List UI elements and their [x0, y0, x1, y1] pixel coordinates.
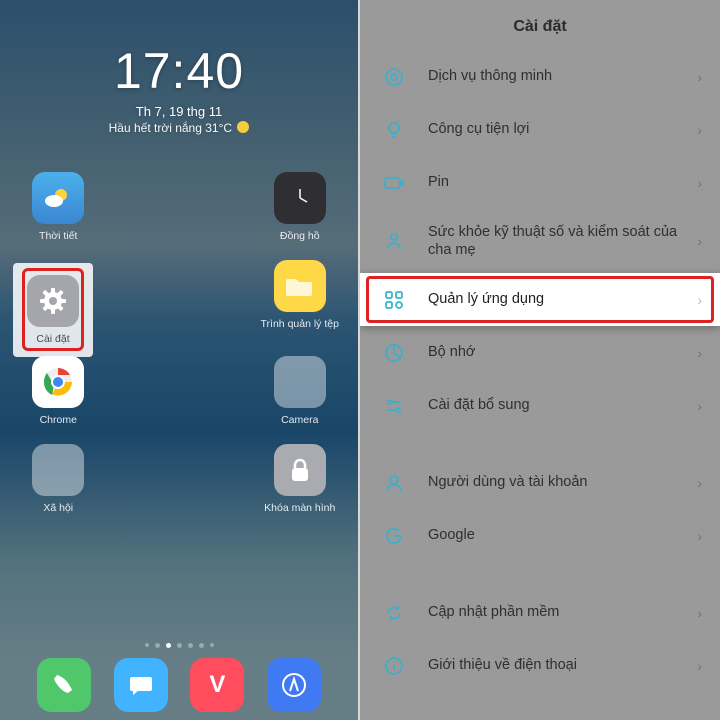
battery-icon	[382, 177, 406, 189]
settings-row-about-phone[interactable]: Giới thiệu về điện thoại ›	[360, 639, 720, 692]
settings-row-smart-services[interactable]: Dịch vụ thông minh ›	[360, 50, 720, 103]
settings-title: Cài đặt	[360, 0, 720, 50]
chevron-right-icon: ›	[697, 605, 702, 621]
settings-row-digital-wellbeing[interactable]: Sức khỏe kỹ thuật số và kiểm soát của ch…	[360, 209, 720, 273]
wellbeing-icon	[382, 231, 406, 251]
chevron-right-icon: ›	[697, 475, 702, 491]
app-settings[interactable]: Cài đặt	[13, 263, 93, 357]
gear-icon	[27, 275, 79, 327]
app-lockscreen[interactable]: Khóa màn hình	[260, 444, 341, 514]
dock: V	[0, 658, 358, 712]
settings-row-storage[interactable]: Bộ nhớ ›	[360, 326, 720, 379]
clock-icon	[274, 172, 326, 224]
app-label: Cài đặt	[36, 333, 69, 345]
info-icon	[382, 656, 406, 676]
settings-list: Dịch vụ thông minh › Công cụ tiện lợi › …	[360, 50, 720, 692]
apps-grid-icon	[382, 291, 406, 309]
clock-widget[interactable]: 17:40 Th 7, 19 thg 11 Hầu hết trời nắng …	[0, 42, 358, 135]
lock-icon	[274, 444, 326, 496]
app-clock[interactable]: Đồng hồ	[260, 172, 341, 242]
settings-row-battery[interactable]: Pin ›	[360, 156, 720, 209]
clock-date: Th 7, 19 thg 11	[0, 104, 358, 119]
app-label: Camera	[281, 414, 318, 426]
app-social-folder[interactable]: Xã hội	[18, 444, 99, 514]
page-indicator[interactable]	[0, 643, 358, 648]
settings-row-additional[interactable]: Cài đặt bổ sung ›	[360, 379, 720, 432]
sun-icon	[237, 121, 249, 133]
chevron-right-icon: ›	[697, 528, 702, 544]
storage-icon	[382, 343, 406, 363]
weather-icon	[32, 172, 84, 224]
chevron-right-icon: ›	[697, 69, 702, 85]
chevron-right-icon: ›	[697, 292, 702, 308]
chevron-right-icon: ›	[697, 658, 702, 674]
sliders-icon	[382, 397, 406, 415]
app-camera[interactable]: Camera	[260, 356, 341, 426]
app-chrome[interactable]: Chrome	[18, 356, 99, 426]
smart-icon	[382, 67, 406, 87]
dock-phone[interactable]	[37, 658, 91, 712]
home-screen-panel: 17:40 Th 7, 19 thg 11 Hầu hết trời nắng …	[0, 0, 358, 720]
highlighted-settings-icon: Cài đặt	[13, 263, 93, 357]
app-label: Thời tiết	[39, 230, 77, 242]
app-label: Đồng hồ	[280, 230, 320, 242]
clock-time: 17:40	[0, 42, 358, 100]
app-filemanager[interactable]: Trình quản lý tệp	[260, 260, 341, 338]
dock-vstore[interactable]: V	[190, 658, 244, 712]
settings-row-convenience-tools[interactable]: Công cụ tiện lợi ›	[360, 103, 720, 156]
social-folder-icon	[32, 444, 84, 496]
app-weather[interactable]: Thời tiết	[18, 172, 99, 242]
chevron-right-icon: ›	[697, 175, 702, 191]
dock-messages[interactable]	[114, 658, 168, 712]
google-icon	[382, 526, 406, 546]
user-icon	[382, 473, 406, 493]
chevron-right-icon: ›	[697, 122, 702, 138]
folder-icon	[274, 260, 326, 312]
app-label: Khóa màn hình	[264, 502, 335, 514]
chevron-right-icon: ›	[697, 345, 702, 361]
app-label: Xã hội	[43, 502, 73, 514]
dock-browser[interactable]	[267, 658, 321, 712]
lightbulb-icon	[382, 120, 406, 140]
chevron-right-icon: ›	[697, 398, 702, 414]
settings-row-app-management[interactable]: Quản lý ứng dụng ›	[360, 273, 720, 326]
chevron-right-icon: ›	[697, 233, 702, 249]
settings-panel: Cài đặt Dịch vụ thông minh › Công cụ tiệ…	[360, 0, 720, 720]
chrome-icon	[32, 356, 84, 408]
app-label: Chrome	[40, 414, 77, 426]
weather-text: Hầu hết trời nắng 31°C	[0, 121, 358, 135]
settings-row-software-update[interactable]: Cập nhật phần mềm ›	[360, 586, 720, 639]
settings-row-users-accounts[interactable]: Người dùng và tài khoản ›	[360, 456, 720, 509]
app-label: Trình quản lý tệp	[261, 318, 339, 330]
camera-folder-icon	[274, 356, 326, 408]
settings-row-google[interactable]: Google ›	[360, 509, 720, 562]
refresh-icon	[382, 603, 406, 623]
